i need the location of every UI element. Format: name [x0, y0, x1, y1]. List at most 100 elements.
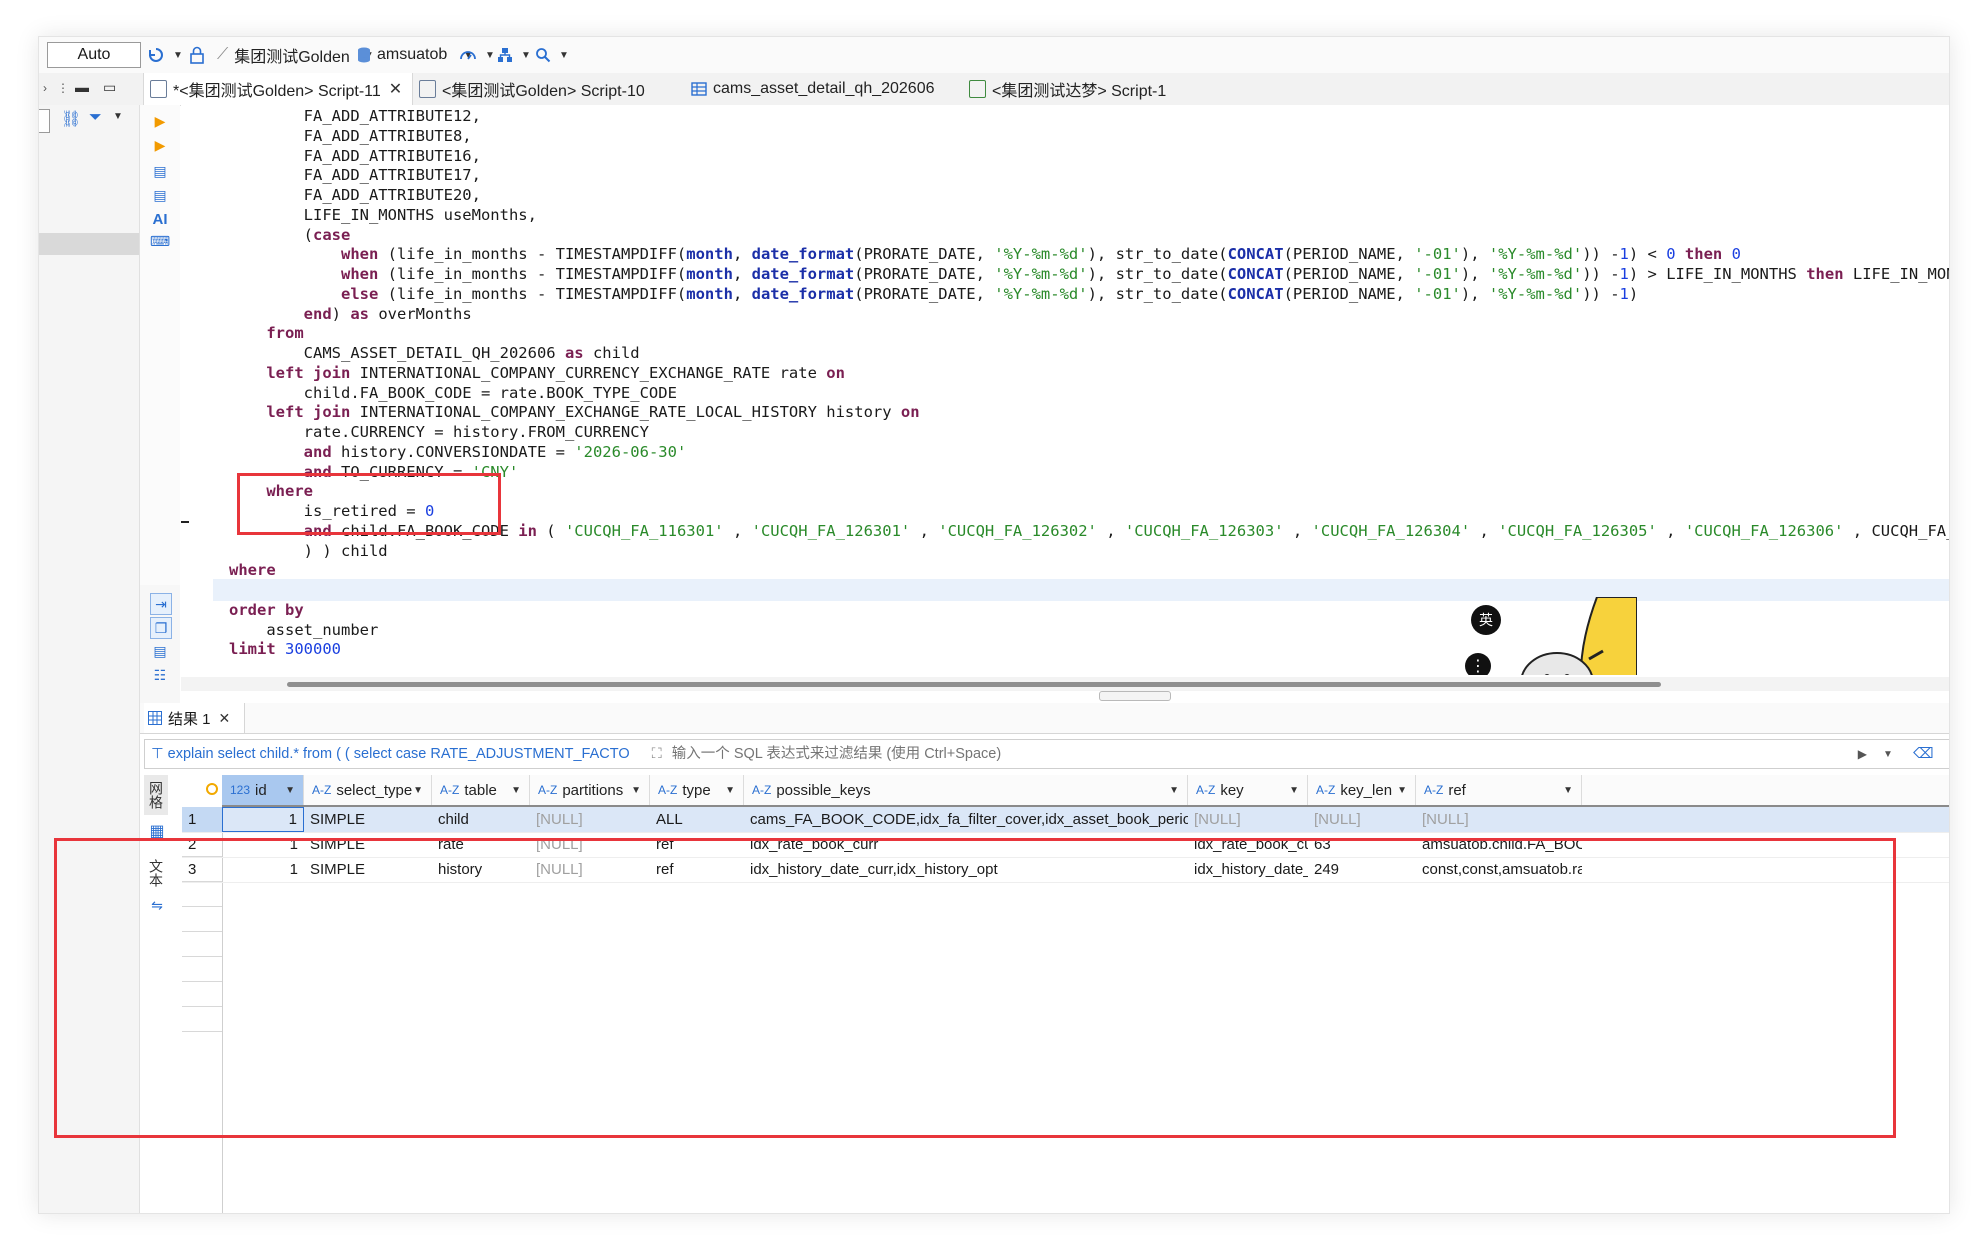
- code-line[interactable]: rate.CURRENCY = history.FROM_CURRENCY: [229, 422, 649, 442]
- tab-script-10[interactable]: <集团测试Golden> Script-10: [419, 73, 645, 105]
- column-header-select-type[interactable]: A-Z select_type ▼: [304, 775, 432, 805]
- sort-dropdown-icon[interactable]: ▼: [1169, 785, 1179, 796]
- selected-navigator-row[interactable]: [39, 233, 139, 255]
- explain-button[interactable]: ▼: [459, 43, 495, 67]
- ai-assistant-icon[interactable]: AI: [150, 209, 170, 229]
- code-line[interactable]: when (life_in_months - TIMESTAMPDIFF(mon…: [229, 264, 1949, 284]
- code-line[interactable]: FA_ADD_ATTRIBUTE20,: [229, 185, 481, 205]
- code-line[interactable]: FA_ADD_ATTRIBUTE12,: [229, 106, 481, 126]
- column-header-key-len[interactable]: A-Z key_len ▼: [1308, 775, 1416, 805]
- play-filter-icon[interactable]: ▶: [1858, 747, 1867, 761]
- commit-mode-button[interactable]: ▼: [147, 43, 183, 67]
- code-line[interactable]: left join INTERNATIONAL_COMPANY_EXCHANGE…: [229, 402, 919, 422]
- column-header-possible-keys[interactable]: A-Z possible_keys ▼: [744, 775, 1188, 805]
- close-icon[interactable]: ✕: [389, 79, 402, 99]
- maximize-icon[interactable]: ▭: [103, 79, 116, 96]
- sort-dropdown-icon[interactable]: ▼: [1289, 785, 1299, 796]
- terminal-icon[interactable]: ⌨: [150, 231, 170, 251]
- outline-icon[interactable]: ☷: [150, 665, 170, 685]
- table-row[interactable]: 1 1 SIMPLE child [NULL] ALL cams_FA_BOOK_CODE,…: [182, 807, 1949, 833]
- export-icon[interactable]: ⇥: [150, 593, 172, 615]
- minimize-icon[interactable]: ▬: [75, 79, 89, 95]
- output-icon[interactable]: ▤: [150, 641, 170, 661]
- format-button[interactable]: ▼: [497, 43, 531, 67]
- cell-table[interactable]: child: [432, 807, 530, 832]
- code-line[interactable]: from: [229, 323, 303, 343]
- execute-statement-icon[interactable]: ▶: [150, 111, 170, 131]
- dots-icon[interactable]: ⋮: [1465, 653, 1491, 675]
- code-line[interactable]: asset_number: [229, 620, 378, 640]
- code-line[interactable]: left join INTERNATIONAL_COMPANY_CURRENCY…: [229, 363, 845, 383]
- sort-dropdown-icon[interactable]: ▼: [1563, 785, 1573, 796]
- chevron-down-icon[interactable]: ▼: [113, 111, 123, 122]
- code-line[interactable]: FA_ADD_ATTRIBUTE8,: [229, 126, 472, 146]
- row-number[interactable]: 1: [182, 807, 222, 832]
- cell-type[interactable]: ALL: [650, 807, 744, 832]
- code-line[interactable]: CAMS_ASSET_DETAIL_QH_202606 as child: [229, 343, 640, 363]
- code-line[interactable]: (case: [229, 225, 351, 245]
- lock-button[interactable]: [189, 43, 205, 67]
- error-log-icon[interactable]: ❐: [150, 617, 172, 639]
- tab-result-1[interactable]: 结果 1 ✕: [144, 703, 245, 733]
- code-line[interactable]: LIFE_IN_MONTHS useMonths,: [229, 205, 537, 225]
- more-vertical-icon[interactable]: ⋮: [57, 81, 69, 95]
- panel-resize-handle[interactable]: [1099, 691, 1171, 701]
- column-header-ref[interactable]: A-Z ref ▼: [1416, 775, 1582, 805]
- sort-dropdown-icon[interactable]: ▼: [511, 785, 521, 796]
- column-header-id[interactable]: 123 id ▼: [222, 775, 304, 805]
- code-line[interactable]: order by: [229, 600, 304, 620]
- link-icon[interactable]: ⛓: [61, 109, 81, 129]
- sort-dropdown-icon[interactable]: ▼: [413, 785, 423, 796]
- tab-table-cams-asset[interactable]: cams_asset_detail_qh_202606: [691, 73, 935, 105]
- cell-possible-keys[interactable]: cams_FA_BOOK_CODE,idx_fa_filter_cover,id…: [744, 807, 1188, 832]
- column-header-key[interactable]: A-Z key ▼: [1188, 775, 1308, 805]
- code-line[interactable]: ) ) child: [229, 541, 388, 561]
- filter-input[interactable]: [669, 745, 1854, 763]
- code-line[interactable]: else (life_in_months - TIMESTAMPDIFF(mon…: [229, 284, 1638, 304]
- execute-script-icon[interactable]: ▤: [150, 161, 170, 181]
- refresh-icon: [149, 48, 163, 62]
- execute-new-tab-icon[interactable]: ▶: [150, 135, 170, 155]
- code-line[interactable]: when (life_in_months - TIMESTAMPDIFF(mon…: [229, 244, 1741, 264]
- sort-dropdown-icon[interactable]: ▼: [631, 785, 641, 796]
- select-all-icon[interactable]: [206, 783, 218, 795]
- editor-horizontal-scrollbar[interactable]: [181, 677, 1949, 691]
- datasource-selector[interactable]: ⟋ 集团测试Golden ▼: [217, 43, 374, 67]
- filter-query-text[interactable]: explain select child.* from ( ( select c…: [168, 746, 648, 762]
- column-header-partitions[interactable]: A-Z partitions ▼: [530, 775, 650, 805]
- chevron-right-icon[interactable]: ›: [43, 81, 47, 95]
- cell-ref[interactable]: [NULL]: [1416, 807, 1582, 832]
- code-line[interactable]: limit 300000: [229, 639, 341, 659]
- tab-script-11[interactable]: *<集团测试Golden> Script-11 ✕: [143, 73, 413, 105]
- transaction-mode-select[interactable]: Auto: [47, 42, 141, 68]
- code-line[interactable]: where: [229, 560, 276, 580]
- code-line[interactable]: FA_ADD_ATTRIBUTE16,: [229, 146, 481, 166]
- cell-key[interactable]: [NULL]: [1188, 807, 1308, 832]
- code-line[interactable]: and history.CONVERSIONDATE = '2026-06-30…: [229, 442, 687, 462]
- sort-dropdown-icon[interactable]: ▼: [1397, 785, 1407, 796]
- column-header-table[interactable]: A-Z table ▼: [432, 775, 530, 805]
- search-button[interactable]: ▼: [535, 43, 569, 67]
- eraser-icon[interactable]: ⌫: [1913, 746, 1934, 762]
- cell-select-type[interactable]: SIMPLE: [304, 807, 432, 832]
- schema-selector[interactable]: amsuatob ▼: [357, 43, 473, 67]
- navigator-input[interactable]: [39, 109, 50, 133]
- cell-key-len[interactable]: [NULL]: [1308, 807, 1416, 832]
- sort-dropdown-icon[interactable]: ▼: [725, 785, 735, 796]
- scrollbar-thumb[interactable]: [287, 682, 1661, 687]
- filter-history-dropdown[interactable]: ▼: [1883, 749, 1893, 760]
- grid-view-label[interactable]: 网格: [144, 775, 168, 815]
- code-line[interactable]: FA_ADD_ATTRIBUTE17,: [229, 165, 481, 185]
- column-header-type[interactable]: A-Z type ▼: [650, 775, 744, 805]
- tab-script-1[interactable]: <集团测试达梦> Script-1: [969, 73, 1166, 105]
- close-icon[interactable]: ✕: [219, 710, 231, 727]
- cell-id[interactable]: 1: [222, 807, 304, 832]
- filter-icon[interactable]: ⏷: [89, 109, 102, 127]
- expand-icon[interactable]: ⛶: [652, 746, 662, 762]
- code-line[interactable]: end) as overMonths: [229, 304, 472, 324]
- sql-editor[interactable]: FA_ADD_ATTRIBUTE12, FA_ADD_ATTRIBUTE8, F…: [181, 105, 1949, 675]
- cell-partitions[interactable]: [NULL]: [530, 807, 650, 832]
- sort-dropdown-icon[interactable]: ▼: [285, 785, 295, 796]
- code-line[interactable]: child.FA_BOOK_CODE = rate.BOOK_TYPE_CODE: [229, 383, 677, 403]
- script-list-icon[interactable]: ▤: [150, 185, 170, 205]
